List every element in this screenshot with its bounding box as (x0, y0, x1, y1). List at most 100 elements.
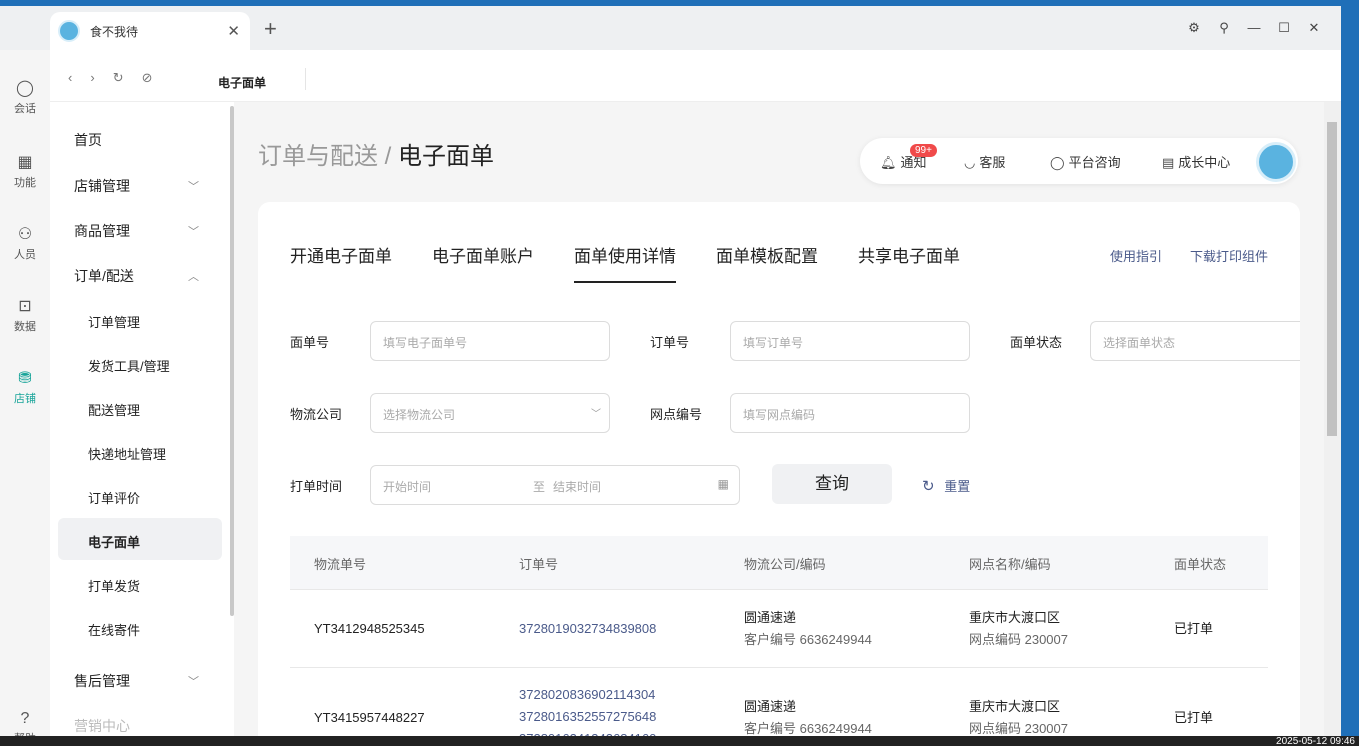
reset-button[interactable]: ↻ 重置 (922, 476, 970, 495)
pin-icon[interactable]: ⚲ (1217, 20, 1231, 36)
outlet-input[interactable]: 填写网点编码 (730, 393, 970, 433)
table-row[interactable]: YT3412948525345 3728019032734839808 圆通速递… (290, 590, 1268, 668)
sidebar-sub-print-ship[interactable]: 打单发货 (88, 576, 140, 595)
sidebar-sub-delivery[interactable]: 配送管理 (88, 400, 140, 419)
service-button[interactable]: ◡ 客服 (964, 152, 1005, 171)
rail-item-chat[interactable]: ◯ 会话 (0, 78, 50, 116)
refresh-icon: ↻ (922, 478, 935, 495)
growth-button[interactable]: ▤ 成长中心 (1162, 152, 1230, 171)
download-print-link[interactable]: 下载打印组件 (1190, 246, 1268, 265)
sidebar-sub-online-send[interactable]: 在线寄件 (88, 620, 140, 639)
tab-title: 食不我待 (90, 24, 139, 39)
status-text: 已打单 (1174, 710, 1214, 725)
sidebar-sub-shipping-tools[interactable]: 发货工具/管理 (88, 356, 170, 375)
column-header: 网点名称/编码 (969, 557, 1051, 572)
company-select-placeholder: 选择物流公司 (383, 408, 456, 422)
notification-badge: 99+ (910, 144, 937, 157)
sidebar-sub-express-address[interactable]: 快递地址管理 (88, 444, 166, 463)
users-icon: ⚇ (17, 226, 33, 243)
tab-open-waybill[interactable]: 开通电子面单 (290, 242, 392, 283)
outlet-name: 重庆市大渡口区 (969, 699, 1061, 714)
refresh-icon[interactable]: ↻ (113, 70, 124, 86)
nav-bar: ‹ › ↻ ⊘ 电子面单 (50, 50, 1341, 102)
chevron-down-icon: ﹀ (188, 676, 199, 688)
forward-icon[interactable]: › (90, 70, 94, 86)
minimize-button[interactable]: — (1247, 20, 1261, 36)
browser-tab[interactable]: 食不我待 ✕ (50, 12, 250, 50)
taskbar-clock: 2025-05-12 09:46 (1276, 736, 1355, 746)
app-window: 食不我待 ✕ + ⚙ ⚲ — ☐ ✕ ◯ 会话 ▦ 功能 ⚇ 人员 ⊡ 数据 ⛃… (0, 6, 1341, 746)
page-scrollbar[interactable] (1324, 102, 1341, 746)
link-icon[interactable]: ⊘ (142, 70, 153, 86)
rail-item-shop[interactable]: ⛃ 店铺 (0, 368, 50, 406)
sidebar-sub-order-review[interactable]: 订单评价 (88, 488, 140, 507)
sidebar-item-store[interactable]: 店铺管理 (74, 176, 130, 196)
chevron-down-icon: ﹀ (188, 181, 199, 193)
nav-page-title: 电子面单 (218, 76, 267, 90)
rail-item-data[interactable]: ⊡ 数据 (0, 296, 50, 334)
breadcrumb-parent[interactable]: 订单与配送 / (258, 143, 398, 170)
notify-label: 通知 (900, 155, 927, 170)
service-label: 客服 (979, 155, 1006, 170)
avatar[interactable] (1256, 142, 1296, 182)
usage-guide-link[interactable]: 使用指引 (1110, 246, 1162, 265)
app-logo-icon (58, 20, 80, 42)
order-number-link[interactable]: 3728019032734839808 (519, 618, 656, 640)
date-range-picker[interactable]: 开始时间 至 结束时间 ▦ (370, 465, 740, 505)
divider (305, 68, 306, 90)
grid-icon: ▦ (17, 154, 33, 171)
column-header: 面单状态 (1174, 557, 1227, 572)
tracking-number: YT3415957448227 (314, 710, 425, 725)
outlet-name: 重庆市大渡口区 (969, 610, 1061, 625)
sidebar-sub-order-manage[interactable]: 订单管理 (88, 312, 140, 331)
table-row[interactable]: YT3415957448227 3728020836902114304 3728… (290, 668, 1268, 746)
tab-bar: 开通电子面单 电子面单账户 面单使用详情 面单模板配置 共享电子面单 (290, 242, 960, 283)
headset-icon: ◡ (964, 155, 976, 170)
scrollbar-thumb[interactable] (1327, 122, 1337, 436)
tab-shared-waybill[interactable]: 共享电子面单 (858, 242, 960, 283)
taskbar (0, 736, 1359, 746)
status-select[interactable]: 选择面单状态 (1090, 321, 1300, 361)
sidebar-item-after-sale[interactable]: 售后管理 (74, 671, 130, 691)
new-tab-button[interactable]: + (264, 16, 277, 42)
start-date-input[interactable]: 开始时间 (383, 480, 431, 494)
chart-icon: ⊡ (18, 298, 32, 315)
message-icon: ◯ (1050, 155, 1065, 170)
rail-label: 店铺 (14, 393, 36, 405)
tab-template-config[interactable]: 面单模板配置 (716, 242, 818, 283)
query-button[interactable]: 查询 (772, 464, 892, 504)
sidebar-item-goods[interactable]: 商品管理 (74, 221, 130, 241)
breadcrumb: 订单与配送 / 电子面单 (258, 136, 494, 171)
main-content: 订单与配送 / 电子面单 🔔︎ 通知 99+ ◡ 客服 ◯ 平台咨询 ▤ 成长中心 开通… (234, 102, 1324, 746)
rail-item-features[interactable]: ▦ 功能 (0, 152, 50, 190)
consult-label: 平台咨询 (1068, 155, 1121, 170)
column-header: 物流单号 (314, 557, 367, 572)
column-header: 订单号 (519, 557, 559, 572)
order-number-link[interactable]: 3728016352557275648 (519, 706, 656, 728)
sidebar-item-home[interactable]: 首页 (74, 130, 102, 150)
settings-icon[interactable]: ⚙ (1187, 20, 1201, 36)
sidebar-item-marketing[interactable]: 营销中心 (74, 716, 130, 736)
company-code: 客户编号 6636249944 (744, 632, 872, 647)
sidebar: 首页 店铺管理 ﹀ 商品管理 ﹀ 订单/配送 ︿ 订单管理 发货工具/管理 配送… (50, 102, 234, 746)
rail-label: 数据 (14, 321, 36, 333)
rail-item-staff[interactable]: ⚇ 人员 (0, 224, 50, 262)
tab-waybill-account[interactable]: 电子面单账户 (432, 242, 534, 283)
sidebar-item-order[interactable]: 订单/配送 (74, 266, 134, 286)
chevron-up-icon: ︿ (188, 271, 199, 283)
maximize-button[interactable]: ☐ (1277, 20, 1291, 36)
end-date-input[interactable]: 结束时间 (553, 478, 601, 495)
company-select[interactable]: 选择物流公司 ﹀ (370, 393, 610, 433)
order-input[interactable]: 填写订单号 (730, 321, 970, 361)
tab-usage-details[interactable]: 面单使用详情 (574, 242, 676, 283)
tab-close-icon[interactable]: ✕ (227, 22, 240, 40)
rail-label: 人员 (14, 249, 36, 261)
status-select-placeholder: 选择面单状态 (1103, 336, 1176, 350)
order-number-link[interactable]: 3728020836902114304 (519, 684, 656, 706)
rail-label: 功能 (14, 177, 36, 189)
waybill-input[interactable]: 填写电子面单号 (370, 321, 610, 361)
sidebar-sub-waybill[interactable]: 电子面单 (88, 532, 140, 551)
back-icon[interactable]: ‹ (68, 70, 72, 86)
close-button[interactable]: ✕ (1307, 20, 1321, 36)
consult-button[interactable]: ◯ 平台咨询 (1050, 152, 1121, 171)
